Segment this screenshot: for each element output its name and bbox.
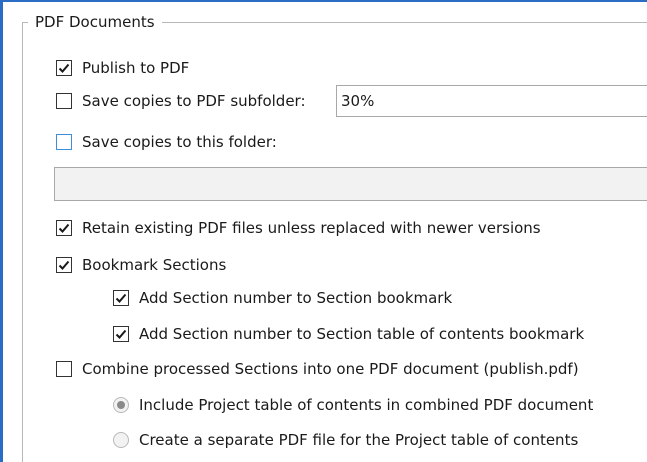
save-copies-subfolder-checkbox[interactable] — [56, 93, 72, 109]
publish-to-pdf-checkbox[interactable] — [56, 60, 72, 76]
save-copies-folder-option[interactable]: Save copies to this folder: — [56, 130, 277, 154]
folder-path-input[interactable] — [54, 167, 647, 201]
checkmark-icon — [115, 329, 127, 339]
combine-sections-label: Combine processed Sections into one PDF … — [82, 360, 579, 378]
save-copies-subfolder-option[interactable]: Save copies to PDF subfolder: — [56, 89, 306, 113]
pdf-subfolder-input[interactable] — [336, 85, 647, 117]
include-project-toc-option[interactable]: Include Project table of contents in com… — [113, 393, 593, 417]
checkmark-icon — [58, 260, 70, 270]
retain-existing-option[interactable]: Retain existing PDF files unless replace… — [56, 216, 541, 240]
include-project-toc-radio[interactable] — [113, 397, 129, 413]
checkmark-icon — [58, 63, 70, 73]
separate-toc-file-option[interactable]: Create a separate PDF file for the Proje… — [113, 428, 578, 452]
add-section-number-bookmark-label: Add Section number to Section bookmark — [139, 289, 453, 307]
checkmark-icon — [115, 293, 127, 303]
save-copies-folder-checkbox[interactable] — [56, 134, 72, 150]
add-section-number-bookmark-checkbox[interactable] — [113, 290, 129, 306]
save-copies-subfolder-label: Save copies to PDF subfolder: — [82, 92, 306, 110]
publish-to-pdf-label: Publish to PDF — [82, 59, 190, 77]
add-section-number-bookmark-option[interactable]: Add Section number to Section bookmark — [113, 286, 452, 310]
bookmark-sections-option[interactable]: Bookmark Sections — [56, 253, 226, 277]
retain-existing-checkbox[interactable] — [56, 220, 72, 236]
window-frame-top — [0, 0, 647, 2]
add-section-number-toc-label: Add Section number to Section table of c… — [139, 325, 585, 343]
combine-sections-checkbox[interactable] — [56, 361, 72, 377]
bookmark-sections-label: Bookmark Sections — [82, 256, 227, 274]
groupbox-title: PDF Documents — [28, 12, 162, 32]
radio-selected-dot — [117, 401, 125, 409]
combine-sections-option[interactable]: Combine processed Sections into one PDF … — [56, 357, 579, 381]
add-section-number-toc-option[interactable]: Add Section number to Section table of c… — [113, 322, 584, 346]
bookmark-sections-checkbox[interactable] — [56, 257, 72, 273]
separate-toc-file-label: Create a separate PDF file for the Proje… — [139, 431, 579, 449]
groupbox-border-left — [22, 22, 23, 462]
add-section-number-toc-checkbox[interactable] — [113, 326, 129, 342]
retain-existing-label: Retain existing PDF files unless replace… — [82, 219, 541, 237]
window-frame-left — [0, 0, 3, 462]
include-project-toc-label: Include Project table of contents in com… — [139, 396, 594, 414]
checkmark-icon — [58, 223, 70, 233]
separate-toc-file-radio[interactable] — [113, 432, 129, 448]
save-copies-folder-label: Save copies to this folder: — [82, 133, 277, 151]
publish-to-pdf-option[interactable]: Publish to PDF — [56, 56, 189, 80]
